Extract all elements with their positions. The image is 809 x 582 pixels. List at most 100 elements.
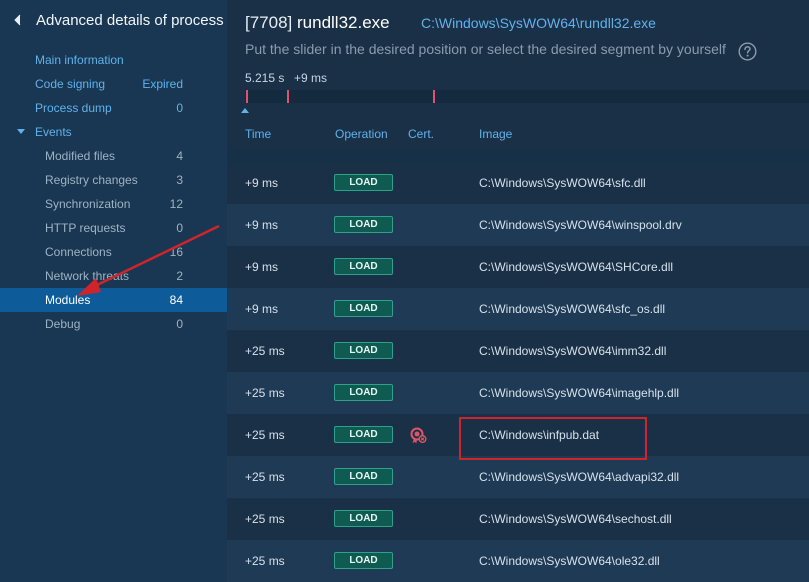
table-row[interactable]: +25 ms LOAD C:\Windows\SysWOW64\advapi32… [227,456,809,498]
sidebar-item-process-dump[interactable]: Process dump 0 [0,96,227,120]
sidebar-item-modules[interactable]: Modules 84 [0,288,227,312]
row-image-path: C:\Windows\SysWOW64\advapi32.dll [479,470,680,484]
row-image-path: C:\Windows\SysWOW64\winspool.drv [479,218,682,232]
operation-badge: LOAD [334,342,393,359]
table-row[interactable]: +25 ms LOAD C:\Windows\infpub.dat [227,414,809,456]
sidebar-item-label: Synchronization [45,197,131,211]
sidebar-item-registry-changes[interactable]: Registry changes 3 [0,168,227,192]
timeline-offset-label: +9 ms [294,71,328,85]
sidebar-item-value: 84 [169,293,183,307]
row-time: +9 ms [245,218,279,232]
sidebar-title: Advanced details of process [36,12,224,29]
operation-badge: LOAD [334,510,393,527]
timeline-slider[interactable] [245,90,809,103]
sidebar-item-value: 4 [176,149,183,163]
column-header-operation[interactable]: Operation [335,127,388,141]
timeline-handle-icon[interactable] [241,108,249,113]
sidebar-item-debug[interactable]: Debug 0 [0,312,227,336]
row-time: +9 ms [245,302,279,316]
back-arrow-icon[interactable] [14,14,24,28]
row-image-path: C:\Windows\SysWOW64\imm32.dll [479,344,667,358]
operation-badge: LOAD [334,552,393,569]
row-image-path: C:\Windows\SysWOW64\SHCore.dll [479,260,674,274]
row-time: +25 ms [245,554,285,568]
row-image-path: C:\Windows\infpub.dat [479,428,600,442]
sidebar-item-label: Main information [35,53,124,67]
timeline-event-marker [433,90,435,103]
sidebar-header: Advanced details of process [0,0,227,44]
sidebar-item-label: Code signing [35,77,106,91]
main-panel: [7708] rundll32.exe C:\Windows\SysWOW64\… [227,0,809,582]
process-path-link[interactable]: C:\Windows\SysWOW64\rundll32.exe [421,15,656,31]
table-row[interactable]: +25 ms LOAD C:\Windows\SysWOW64\imagehlp… [227,372,809,414]
operation-badge: LOAD [334,384,393,401]
column-header-image[interactable]: Image [479,127,512,141]
sidebar-item-network-threats[interactable]: Network threats 2 [0,264,227,288]
sidebar-item-value: Expired [142,77,183,91]
row-time: +25 ms [245,512,285,526]
table-row[interactable]: +25 ms LOAD C:\Windows\SysWOW64\ole32.dl… [227,540,809,582]
sidebar-item-label: Modified files [45,149,116,163]
sidebar-item-value: 3 [176,173,183,187]
row-time: +25 ms [245,470,285,484]
row-image-path: C:\Windows\SysWOW64\sfc_os.dll [479,302,666,316]
table-spacer [227,150,809,162]
sidebar-item-value: 2 [176,269,183,283]
table-row[interactable]: +25 ms LOAD C:\Windows\SysWOW64\sechost.… [227,498,809,540]
sidebar-item-http-requests[interactable]: HTTP requests 0 [0,216,227,240]
row-time: +25 ms [245,344,285,358]
timeline-event-marker [287,90,289,103]
table-row[interactable]: +9 ms LOAD C:\Windows\SysWOW64\sfc.dll [227,162,809,204]
row-time: +25 ms [245,428,285,442]
table-row[interactable]: +9 ms LOAD C:\Windows\SysWOW64\SHCore.dl… [227,246,809,288]
row-image-path: C:\Windows\SysWOW64\sechost.dll [479,512,672,526]
operation-badge: LOAD [334,426,393,443]
caret-down-icon [17,129,25,134]
operation-badge: LOAD [334,300,393,317]
row-image-path: C:\Windows\SysWOW64\ole32.dll [479,554,660,568]
column-header-cert[interactable]: Cert. [408,127,434,141]
process-id: [7708] [245,13,293,32]
sidebar-item-label: Modules [45,293,91,307]
table-row[interactable]: +9 ms LOAD C:\Windows\SysWOW64\sfc_os.dl… [227,288,809,330]
certificate-warning-icon[interactable] [409,426,427,444]
operation-badge: LOAD [334,174,393,191]
operation-badge: LOAD [334,258,393,275]
row-time: +9 ms [245,260,279,274]
timeline-start-label: 5.215 s [245,71,285,85]
sidebar-item-modified-files[interactable]: Modified files 4 [0,144,227,168]
process-name: rundll32.exe [297,13,390,32]
sidebar-item-synchronization[interactable]: Synchronization 12 [0,192,227,216]
operation-badge: LOAD [334,468,393,485]
operation-badge: LOAD [334,216,393,233]
sidebar-item-label: Network threats [45,269,130,283]
sidebar-item-label: HTTP requests [45,221,126,235]
sidebar-item-value: 16 [169,245,183,259]
table-row[interactable]: +25 ms LOAD C:\Windows\SysWOW64\imm32.dl… [227,330,809,372]
timeline-hint: Put the slider in the desired position o… [245,41,726,57]
sidebar-item-value: 0 [176,317,183,331]
sidebar: Advanced details of process Main informa… [0,0,227,582]
sidebar-item-value: 0 [176,101,183,115]
process-title: [7708] rundll32.exe [245,13,390,33]
sidebar-item-value: 0 [176,221,183,235]
row-time: +9 ms [245,176,279,190]
sidebar-item-main-information[interactable]: Main information [0,48,227,72]
sidebar-item-label: Process dump [35,101,112,115]
sidebar-item-connections[interactable]: Connections 16 [0,240,227,264]
table-row[interactable]: +9 ms LOAD C:\Windows\SysWOW64\winspool.… [227,204,809,246]
sidebar-item-value: 12 [169,197,183,211]
sidebar-item-code-signing[interactable]: Code signing Expired [0,72,227,96]
sidebar-item-events[interactable]: Events [0,120,227,144]
column-header-time[interactable]: Time [245,127,271,141]
table-header: Time Operation Cert. Image [227,118,809,150]
row-time: +25 ms [245,386,285,400]
sidebar-item-label: Registry changes [45,173,138,187]
row-image-path: C:\Windows\SysWOW64\imagehlp.dll [479,386,680,400]
sidebar-item-label: Events [35,125,72,139]
sidebar-item-label: Debug [45,317,81,331]
row-image-path: C:\Windows\SysWOW64\sfc.dll [479,176,646,190]
sidebar-item-label: Connections [45,245,112,259]
help-icon[interactable] [738,42,757,61]
timeline-event-marker [246,90,248,103]
